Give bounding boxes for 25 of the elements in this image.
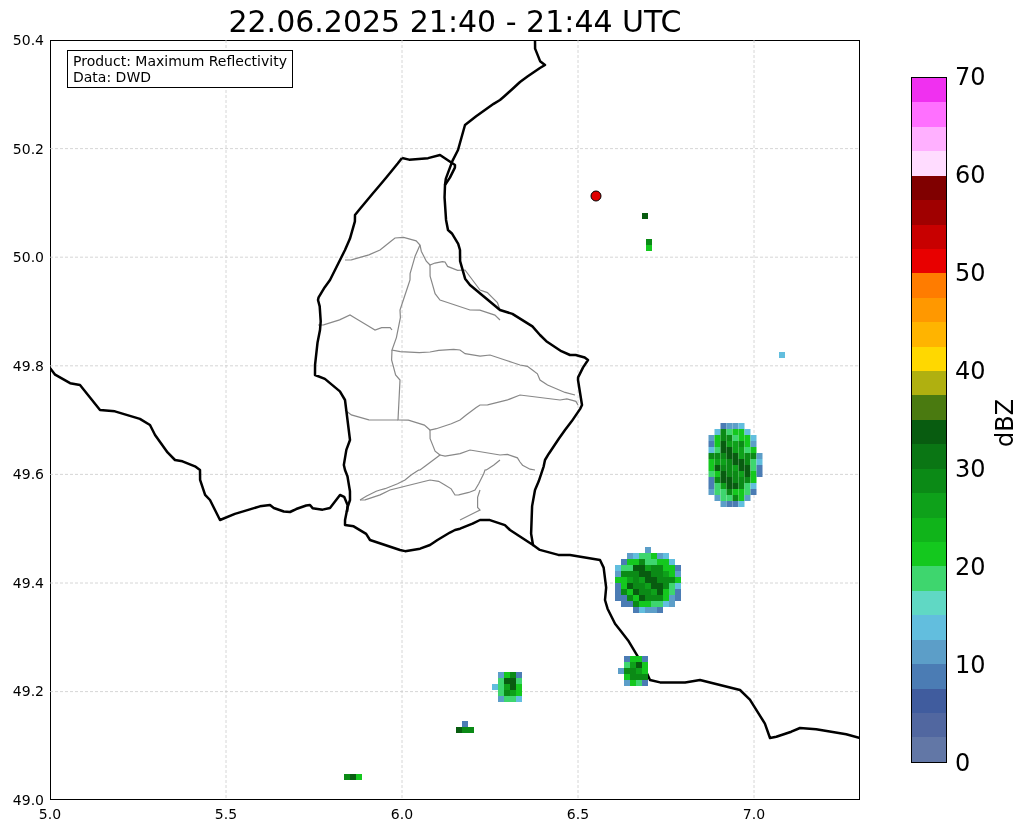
colorbar-tick-label: 60 xyxy=(955,161,986,189)
x-tick-label: 5.5 xyxy=(213,806,239,822)
x-tick-label: 6.5 xyxy=(565,806,591,822)
colorbar-tick-label: 20 xyxy=(955,553,986,581)
y-tick-label: 50.4 xyxy=(12,32,44,48)
colorbar-tick-label: 70 xyxy=(955,63,986,91)
y-tick-label: 50.0 xyxy=(12,249,44,266)
colorbar-tick-label: 50 xyxy=(955,259,986,287)
info-text: Product: Maximum Reflectivity xyxy=(73,53,287,69)
colorbar-tick-label: 0 xyxy=(955,749,971,777)
info-text: Data: DWD xyxy=(73,69,152,85)
chart-title: 22.06.2025 21:40 - 21:44 UTC xyxy=(227,4,683,40)
y-tick-label: 49.8 xyxy=(12,357,44,374)
y-tick-label: 49.2 xyxy=(12,683,44,700)
colorbar-tick-label: 10 xyxy=(955,651,986,679)
colorbar-tick-label: 30 xyxy=(955,455,986,483)
colorbar-label: dBZ xyxy=(991,398,1019,448)
x-tick-label: 7.0 xyxy=(741,806,767,822)
x-tick-label: 6.0 xyxy=(389,806,415,822)
colorbar-tick-label: 40 xyxy=(955,357,986,385)
y-tick-label: 49.4 xyxy=(12,574,44,591)
x-tick-label: 5.0 xyxy=(37,806,63,822)
y-tick-label: 50.2 xyxy=(12,140,44,157)
y-tick-label: 49.6 xyxy=(12,466,44,483)
y-tick-label: 49.0 xyxy=(12,792,44,808)
